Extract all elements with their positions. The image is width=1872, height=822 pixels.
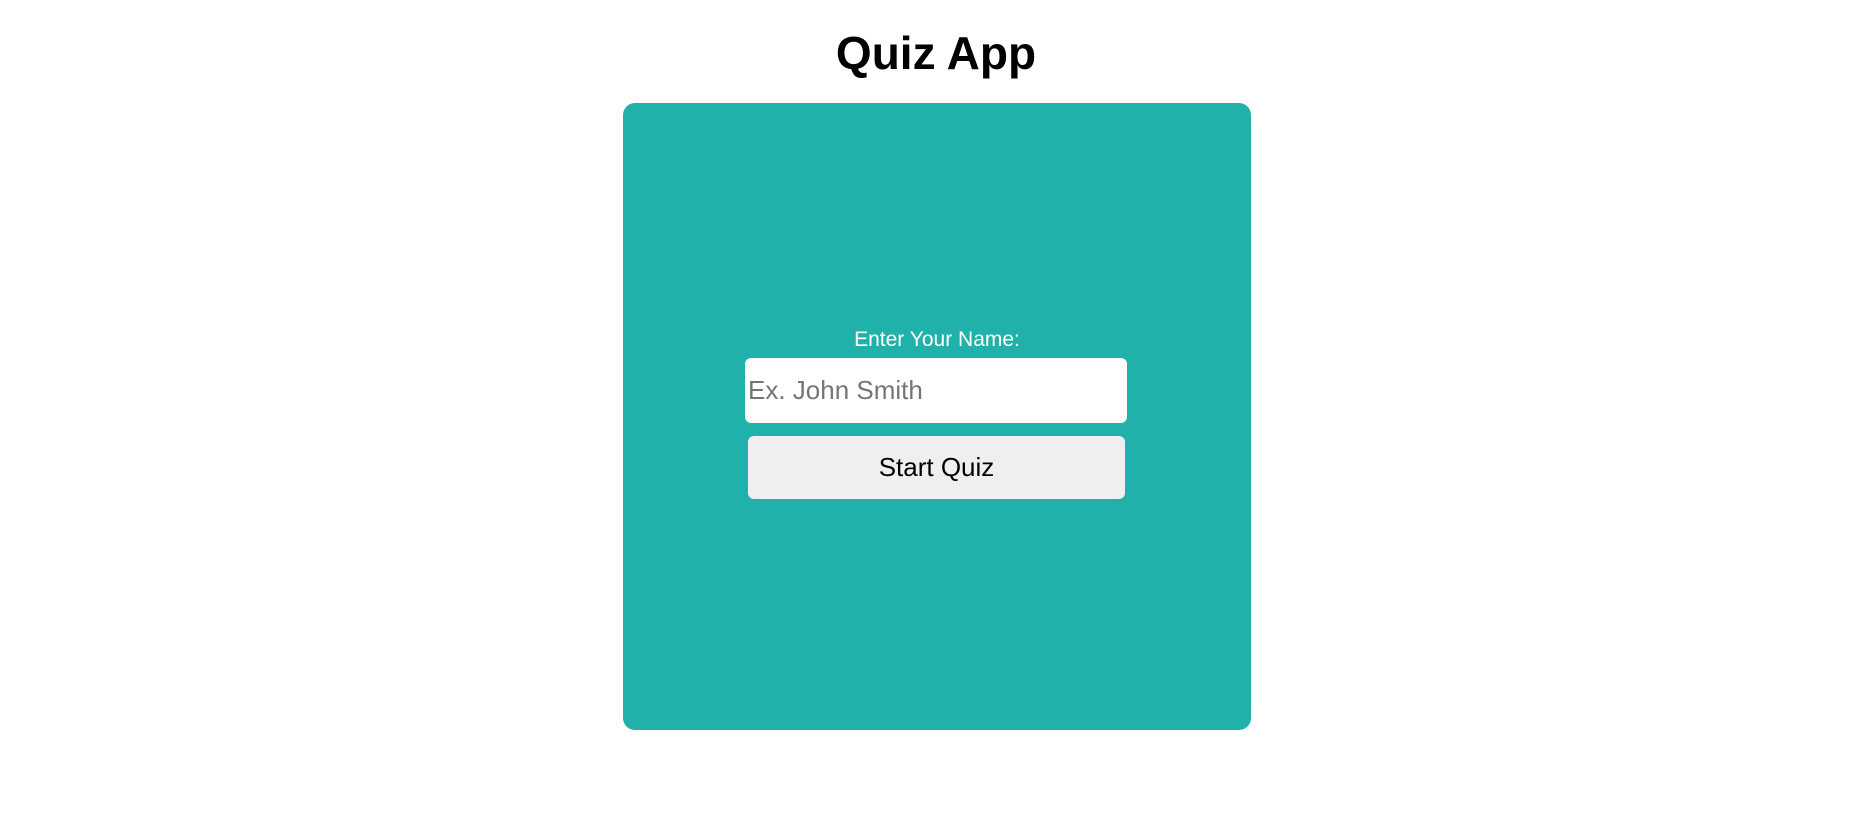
name-input[interactable] [745,358,1127,423]
name-label: Enter Your Name: [854,328,1020,351]
quiz-start-card: Enter Your Name: Start Quiz [623,103,1251,730]
start-quiz-button[interactable]: Start Quiz [748,436,1125,499]
page-title: Quiz App [835,27,1037,79]
